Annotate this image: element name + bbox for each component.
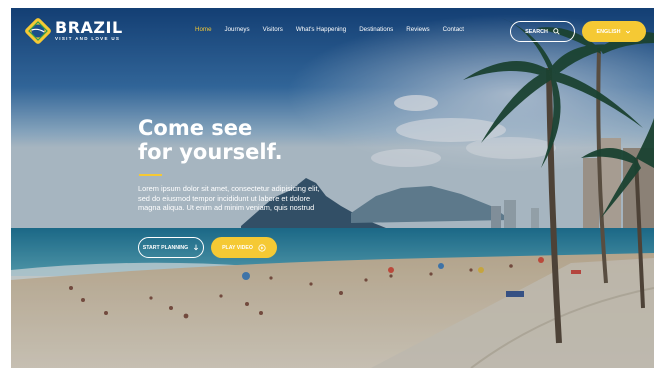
hero-divider	[139, 174, 162, 176]
hero-title-line-1: Come see	[138, 116, 253, 140]
start-planning-button[interactable]: START PLANNING	[138, 237, 204, 258]
brand-tagline: VISIT AND LOVE US	[55, 36, 121, 41]
search-button-label: SEARCH	[525, 28, 548, 35]
main-nav: Home Journeys Visitors What's Happening …	[195, 26, 477, 33]
nav-item-journeys[interactable]: Journeys	[225, 26, 250, 33]
hero-title-line-2: for yourself.	[138, 140, 283, 164]
site-header: BRAZIL VISIT AND LOVE US Home Journeys V…	[11, 8, 654, 54]
brazil-flag-icon	[25, 18, 51, 44]
play-icon	[258, 243, 266, 252]
hero-banner: BRAZIL VISIT AND LOVE US Home Journeys V…	[11, 8, 654, 368]
nav-item-contact[interactable]: Contact	[443, 26, 464, 33]
start-planning-label: START PLANNING	[142, 244, 189, 251]
hero-description: Lorem ipsum dolor sit amet, consectetur …	[138, 184, 320, 213]
search-icon	[553, 28, 560, 35]
beach-background-image	[11, 8, 654, 368]
language-label: ENGLISH	[596, 28, 621, 35]
hero-title: Come see for yourself.	[138, 116, 283, 164]
play-video-label: PLAY VIDEO	[222, 244, 253, 251]
nav-item-reviews[interactable]: Reviews	[406, 26, 429, 33]
play-video-button[interactable]: PLAY VIDEO	[211, 237, 277, 258]
nav-item-destinations[interactable]: Destinations	[359, 26, 393, 33]
nav-item-home[interactable]: Home	[195, 26, 212, 33]
search-button[interactable]: SEARCH	[510, 21, 575, 42]
brand-name: BRAZIL	[55, 18, 123, 37]
nav-item-visitors[interactable]: Visitors	[263, 26, 283, 33]
arrow-down-icon	[193, 244, 199, 251]
brand-logo[interactable]: BRAZIL VISIT AND LOVE US	[25, 18, 123, 44]
language-select[interactable]: ENGLISH	[582, 21, 646, 42]
nav-item-whats-happening[interactable]: What's Happening	[296, 26, 346, 33]
chevron-down-icon	[625, 29, 631, 35]
